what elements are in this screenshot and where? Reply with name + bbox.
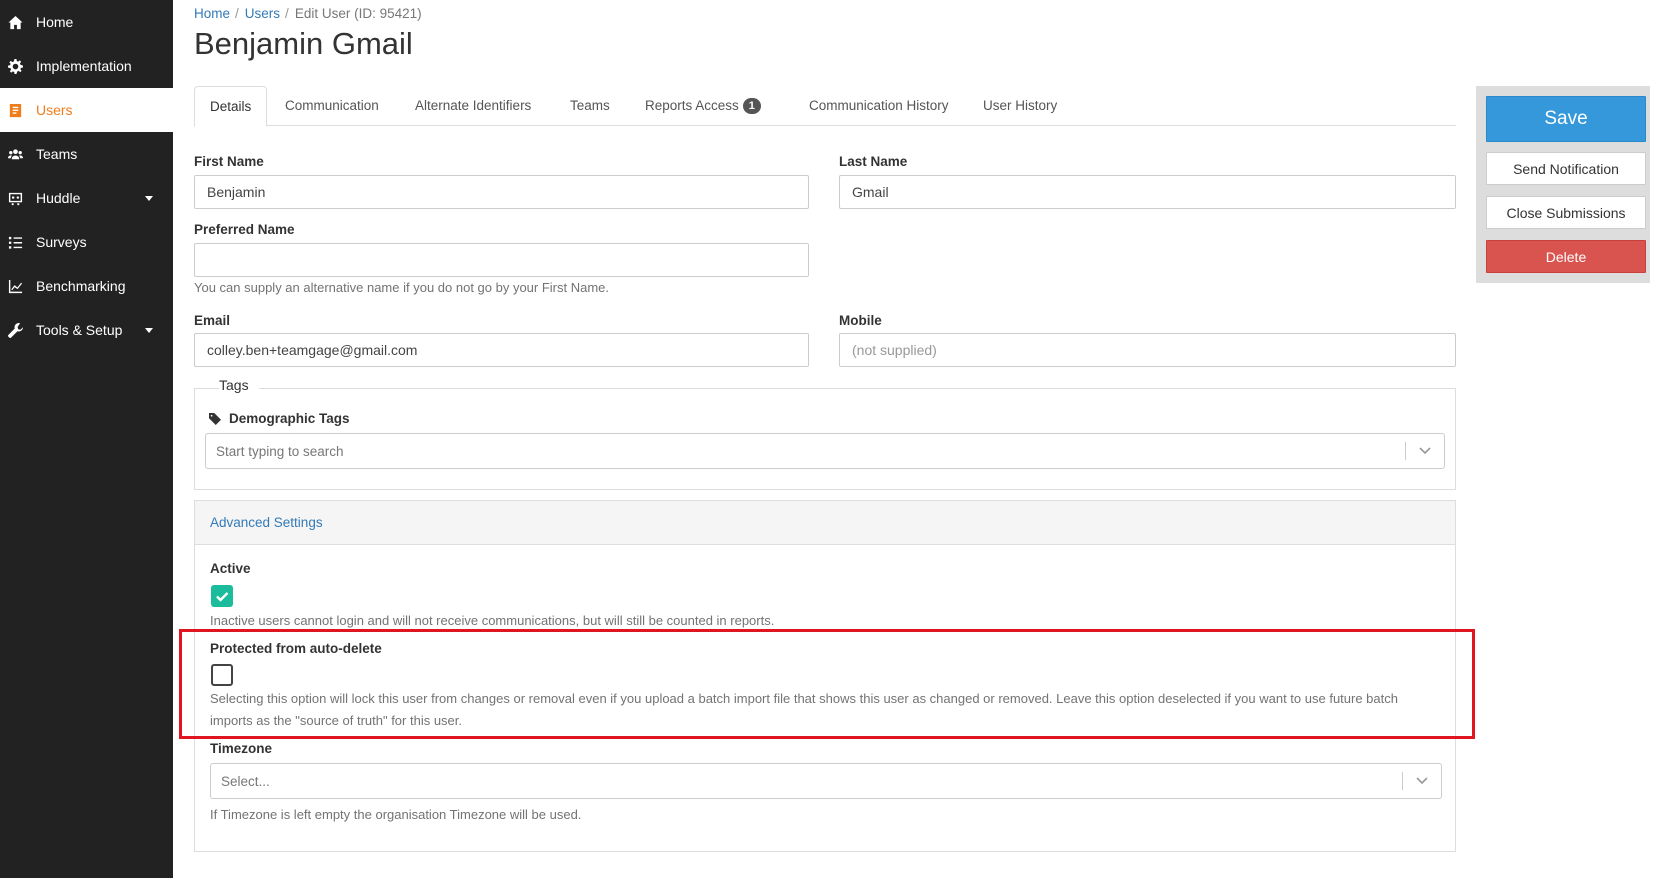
breadcrumb-current: Edit User (ID: 95421) xyxy=(294,6,422,21)
tab-details[interactable]: Details xyxy=(194,86,268,127)
demographic-tags-label: Demographic Tags xyxy=(209,411,350,426)
reports-access-badge: 1 xyxy=(742,98,761,114)
mobile-input[interactable]: (not supplied) xyxy=(839,333,1456,367)
last-name-input[interactable]: Gmail xyxy=(839,175,1456,209)
mobile-label: Mobile xyxy=(839,313,882,328)
sidebar-item-label: Benchmarking xyxy=(36,278,126,294)
last-name-label: Last Name xyxy=(839,154,908,169)
tag-icon xyxy=(209,412,221,425)
sidebar-item-label: Huddle xyxy=(36,190,81,206)
sidebar: Home Implementation Users Teams Huddle S… xyxy=(0,0,173,878)
first-name-input[interactable]: Benjamin xyxy=(194,175,809,209)
sidebar-item-implementation[interactable]: Implementation xyxy=(0,44,173,88)
demographic-tags-placeholder: Start typing to search xyxy=(216,443,344,459)
active-help: Inactive users cannot login and will not… xyxy=(210,613,775,628)
breadcrumb: Home / Users / Edit User (ID: 95421) xyxy=(194,6,422,21)
demographic-tags-text: Demographic Tags xyxy=(229,411,350,426)
wrench-icon xyxy=(6,321,24,339)
protected-checkbox[interactable] xyxy=(211,664,233,686)
user-badge-icon xyxy=(6,101,24,119)
sidebar-item-home[interactable]: Home xyxy=(0,0,173,44)
timezone-placeholder: Select... xyxy=(221,773,270,789)
protected-help: Selecting this option will lock this use… xyxy=(210,691,1398,728)
close-submissions-button[interactable]: Close Submissions xyxy=(1486,196,1646,229)
protected-label: Protected from auto-delete xyxy=(210,641,382,656)
timezone-help: If Timezone is left empty the organisati… xyxy=(210,807,582,822)
timezone-label: Timezone xyxy=(210,741,273,756)
breadcrumb-home-link[interactable]: Home xyxy=(194,6,230,21)
chevron-down-icon[interactable] xyxy=(1415,773,1429,787)
timezone-select[interactable]: Select... xyxy=(210,763,1442,799)
email-value: colley.ben+teamgage@gmail.com xyxy=(207,342,418,358)
sidebar-item-label: Implementation xyxy=(36,58,132,74)
email-input[interactable]: colley.ben+teamgage@gmail.com xyxy=(194,333,809,367)
advanced-settings-toggle[interactable]: Advanced Settings xyxy=(210,515,323,530)
tab-label: Reports Access xyxy=(645,98,739,113)
chevron-down-icon[interactable] xyxy=(1418,443,1432,457)
advanced-settings-panel: Advanced Settings Active Inactive users … xyxy=(179,500,1475,852)
save-button[interactable]: Save xyxy=(1486,96,1646,142)
tab-communication[interactable]: Communication xyxy=(270,86,394,126)
gear-icon xyxy=(6,57,24,75)
sidebar-item-tools-setup[interactable]: Tools & Setup xyxy=(0,308,173,352)
sidebar-item-surveys[interactable]: Surveys xyxy=(0,220,173,264)
tags-legend: Tags xyxy=(219,377,259,393)
demographic-tags-select[interactable]: Start typing to search xyxy=(205,433,1445,469)
sidebar-item-label: Teams xyxy=(36,146,78,162)
advanced-settings-header: Advanced Settings xyxy=(195,501,1455,545)
tab-communication-history[interactable]: Communication History xyxy=(794,86,964,126)
sidebar-item-users[interactable]: Users xyxy=(0,88,173,132)
first-name-value: Benjamin xyxy=(207,184,266,200)
send-notification-button[interactable]: Send Notification xyxy=(1486,152,1646,185)
tab-teams[interactable]: Teams xyxy=(555,86,625,126)
chart-icon xyxy=(6,277,24,295)
sidebar-item-label: Surveys xyxy=(36,234,87,250)
team-icon xyxy=(6,145,24,163)
tab-alternate-identifiers[interactable]: Alternate Identifiers xyxy=(400,86,546,126)
huddle-icon xyxy=(6,189,24,207)
mobile-value: (not supplied) xyxy=(852,342,937,358)
delete-button[interactable]: Delete xyxy=(1486,240,1646,273)
sidebar-item-benchmarking[interactable]: Benchmarking xyxy=(0,264,173,308)
preferred-name-label: Preferred Name xyxy=(194,222,295,237)
active-checkbox[interactable] xyxy=(211,585,233,607)
sidebar-item-label: Home xyxy=(36,14,74,30)
chevron-down-icon xyxy=(145,196,153,201)
email-label: Email xyxy=(194,313,231,328)
home-icon xyxy=(6,13,24,31)
sidebar-item-label: Tools & Setup xyxy=(36,322,123,338)
page-title: Benjamin Gmail xyxy=(194,26,413,61)
breadcrumb-users-link[interactable]: Users xyxy=(245,6,280,21)
tab-reports-access[interactable]: Reports Access 1 xyxy=(630,86,776,126)
check-icon xyxy=(216,592,229,602)
tab-user-history[interactable]: User History xyxy=(968,86,1072,126)
sidebar-item-label: Users xyxy=(36,102,73,118)
last-name-value: Gmail xyxy=(852,184,889,200)
preferred-name-input[interactable] xyxy=(194,243,809,277)
tags-fieldset: Tags Demographic Tags Start typing to se… xyxy=(194,377,1456,490)
active-label: Active xyxy=(210,561,251,576)
sidebar-item-teams[interactable]: Teams xyxy=(0,132,173,176)
preferred-name-help: You can supply an alternative name if yo… xyxy=(194,280,610,295)
chevron-down-icon xyxy=(145,328,153,333)
sidebar-item-huddle[interactable]: Huddle xyxy=(0,176,173,220)
action-panel: Save Send Notification Close Submissions… xyxy=(1476,86,1650,283)
tab-bar: Details Communication Alternate Identifi… xyxy=(194,86,1456,127)
list-icon xyxy=(6,233,24,251)
first-name-label: First Name xyxy=(194,154,264,169)
